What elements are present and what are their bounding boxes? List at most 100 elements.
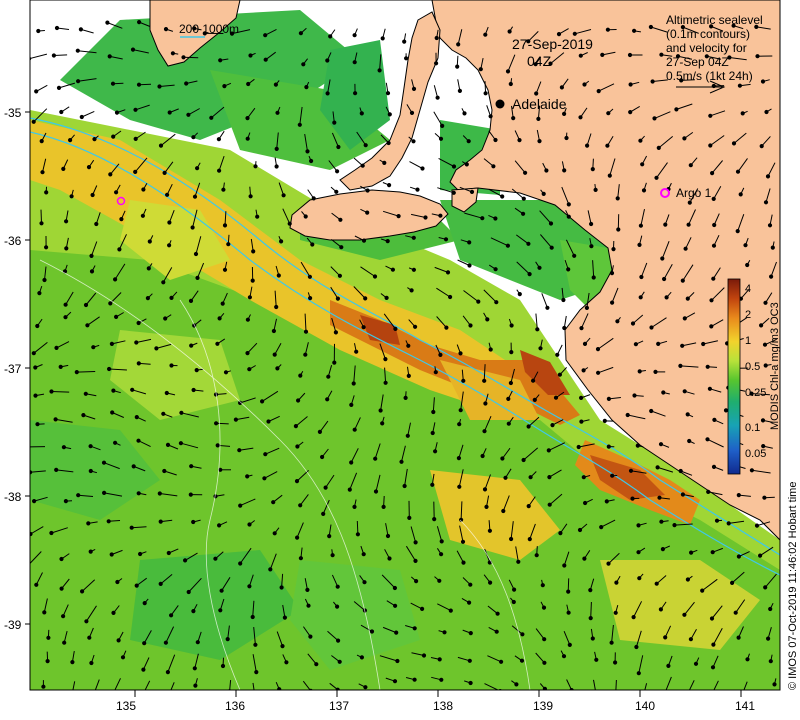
velocity-vector-head xyxy=(700,588,705,593)
velocity-vector-head xyxy=(372,274,378,279)
velocity-vector-head xyxy=(310,242,315,247)
velocity-vector-head xyxy=(537,265,542,270)
velocity-vector-head xyxy=(392,679,398,684)
velocity-vector-head xyxy=(90,192,95,198)
velocity-vector-head xyxy=(484,504,489,509)
velocity-vector-head xyxy=(638,138,643,143)
velocity-vector-head xyxy=(75,48,80,53)
y-axis: -35 -36 -37 -38 -39 xyxy=(4,106,30,632)
velocity-vector-head xyxy=(303,352,308,357)
velocity-vector-head xyxy=(483,91,488,96)
velocity-vector-head xyxy=(85,323,90,328)
velocity-vector-head xyxy=(165,442,171,447)
velocity-vector-head xyxy=(579,395,584,400)
velocity-vector-head xyxy=(36,28,41,34)
velocity-vector-head xyxy=(506,421,511,426)
velocity-vector-head xyxy=(387,556,392,561)
velocity-vector-head xyxy=(710,665,716,670)
velocity-vector-head xyxy=(395,658,400,664)
velocity-vector-head xyxy=(325,91,330,96)
velocity-vector-head xyxy=(351,381,356,386)
velocity-vector-head xyxy=(101,460,107,465)
velocity-vector-head xyxy=(108,172,113,177)
velocity-vector-head xyxy=(194,368,199,373)
velocity-vector-head xyxy=(248,194,253,199)
velocity-vector-head xyxy=(35,323,40,329)
velocity-vector-head xyxy=(509,323,514,328)
velocity-vector-head xyxy=(487,528,492,533)
credit-text: © IMOS 07-Oct-2019 11:46:02 Hobart time xyxy=(787,482,799,690)
velocity-vector-head xyxy=(390,267,395,272)
velocity-vector-head xyxy=(456,42,461,47)
velocity-vector-head xyxy=(548,221,554,226)
velocity-vector-head xyxy=(705,437,710,442)
velocity-vector-head xyxy=(380,421,385,426)
velocity-vector-head xyxy=(63,315,68,320)
velocity-vector-head xyxy=(226,242,231,247)
velocity-vector-head xyxy=(609,640,614,645)
velocity-vector-head xyxy=(25,445,28,448)
velocity-vector-head xyxy=(222,223,228,228)
velocity-vector-head xyxy=(220,663,226,669)
velocity-vector-head xyxy=(693,661,699,666)
velocity-vector-head xyxy=(763,200,769,205)
velocity-vector-head xyxy=(361,552,366,557)
velocity-vector-head xyxy=(245,474,250,479)
velocity-vector-head xyxy=(167,110,172,115)
velocity-vector-head xyxy=(635,443,640,448)
velocity-vector-head xyxy=(411,139,416,144)
velocity-vector-head xyxy=(770,245,775,250)
velocity-vector-head xyxy=(614,580,619,585)
velocity-vector xyxy=(590,601,592,619)
y-tick-label: -38 xyxy=(4,490,22,504)
velocity-vector-head xyxy=(298,31,303,36)
velocity-vector-head xyxy=(731,141,737,146)
velocity-vector-head xyxy=(772,682,777,687)
velocity-vector-head xyxy=(54,25,60,31)
velocity-vector-head xyxy=(406,343,411,348)
velocity-vector-head xyxy=(335,584,340,589)
velocity-vector-head xyxy=(402,39,407,44)
velocity-vector-head xyxy=(59,556,64,562)
satellite-chlorophyll-map: 200 1000m 27-Sep-2019 04Z Altimetric sea… xyxy=(4,0,799,713)
velocity-vector-head xyxy=(488,580,493,585)
velocity-vector-head xyxy=(260,399,265,404)
velocity-vector-head xyxy=(541,191,546,196)
velocity-vector-head xyxy=(191,135,196,140)
velocity-vector-head xyxy=(540,583,545,588)
velocity-vector-head xyxy=(274,164,279,169)
velocity-vector-head xyxy=(578,53,583,58)
velocity-vector-head xyxy=(765,174,771,179)
velocity-vector-head xyxy=(353,91,358,96)
velocity-vector-head xyxy=(49,389,54,394)
velocity-vector-head xyxy=(142,601,147,606)
velocity-vector-head xyxy=(273,82,278,87)
velocity-vector-head xyxy=(134,583,139,588)
velocity-vector-head xyxy=(363,685,368,690)
velocity-vector-head xyxy=(274,304,279,310)
velocity-vector-head xyxy=(768,606,773,612)
velocity-vector-head xyxy=(687,200,692,205)
velocity-vector-head xyxy=(507,29,512,34)
velocity-vector-head xyxy=(412,677,417,682)
velocity-vector-head xyxy=(661,390,666,395)
velocity-vector-head xyxy=(133,136,138,141)
velocity-vector-head xyxy=(683,246,688,251)
velocity-vector-head xyxy=(705,364,710,369)
velocity-vector-head xyxy=(636,523,641,528)
velocity-vector-head xyxy=(120,655,126,660)
velocity-vector-head xyxy=(466,139,471,144)
velocity-vector-head xyxy=(605,143,610,148)
velocity-vector-head xyxy=(443,237,449,242)
velocity-vector-head xyxy=(54,467,59,472)
velocity-vector-head xyxy=(336,638,341,643)
velocity-vector-head xyxy=(658,607,664,612)
velocity-vector-head xyxy=(439,677,444,682)
velocity-vector-head xyxy=(576,444,581,450)
velocity-vector-head xyxy=(361,238,367,243)
velocity-vector-head xyxy=(387,112,392,117)
velocity-vector-head xyxy=(165,670,170,675)
velocity-vector-head xyxy=(365,210,370,215)
velocity-vector-head xyxy=(437,578,442,583)
velocity-vector-head xyxy=(363,296,368,301)
